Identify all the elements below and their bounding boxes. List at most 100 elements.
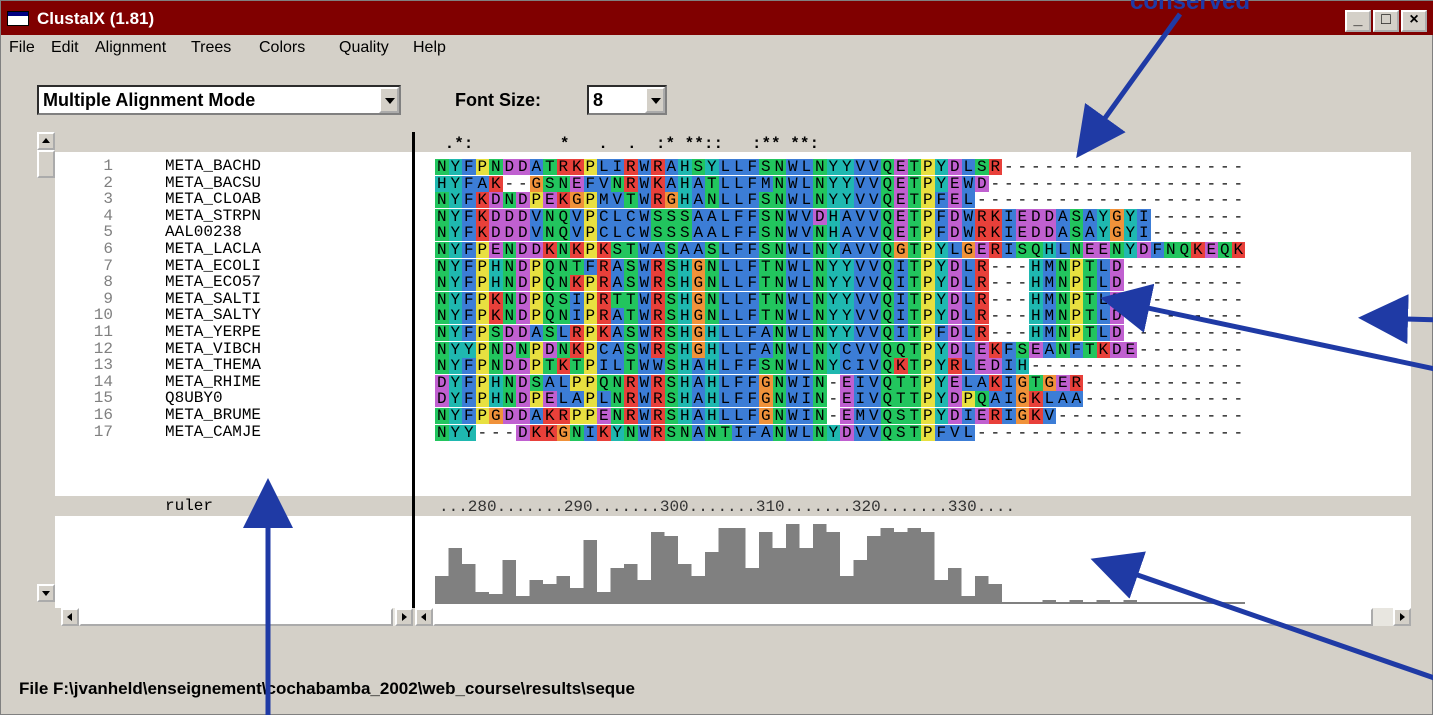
menu-file[interactable]: File [9, 39, 35, 57]
residue: P [921, 324, 935, 342]
alignment-row[interactable]: NYFPNDDPTKTPILTWWSHAHLFFSNWLNYCIVQKTPYRL… [435, 357, 1245, 376]
alignment-row[interactable]: NYFPENDDKNKPKSTWASAASLFFSNWLNYAVVQGTPYLG… [435, 241, 1245, 259]
sequence-name[interactable]: META_ECO57 [165, 274, 261, 290]
alignment-scroll-right-button[interactable] [1393, 608, 1411, 626]
sequence-name[interactable]: META_CLOAB [165, 191, 261, 207]
histogram-bar [1056, 602, 1070, 604]
residue: N [772, 274, 786, 293]
residue: - [1179, 158, 1190, 176]
residue: - [1165, 191, 1176, 210]
menu-quality[interactable]: Quality [339, 39, 389, 57]
residue: G [759, 373, 773, 392]
sequence-name[interactable]: META_LACLA [165, 241, 261, 257]
residue: - [1233, 224, 1244, 243]
histogram-bar [502, 560, 516, 604]
residue: I [853, 357, 867, 376]
menu-alignment[interactable]: Alignment [95, 39, 166, 57]
sequence-name[interactable]: META_BACSU [165, 175, 261, 191]
alignment-row[interactable]: NYFPHNDPQNTFRASWRSHGNLLFTNWLNYYVVQITPYDL… [435, 257, 1245, 276]
names-horizontal-scrollbar[interactable] [61, 608, 413, 626]
sequence-name[interactable]: META_RHIME [165, 374, 261, 390]
residue: S [664, 340, 678, 359]
residue: R [975, 257, 989, 276]
maximize-button[interactable]: □ [1373, 10, 1399, 32]
residue: D [516, 357, 530, 376]
alignment-row[interactable]: NYFPSDDASLRPKASWRSHGHLLFANWLNYYVVQITPFDL… [435, 324, 1245, 342]
chevron-down-icon[interactable] [645, 87, 665, 113]
residue: N [705, 423, 719, 442]
alignment-row[interactable]: NYFPNDDATRKPLIRWRAHSYLLFSNWLNYYVVQETPYDL… [435, 158, 1245, 176]
residue: F [462, 241, 476, 259]
menu-help[interactable]: Help [413, 39, 446, 57]
residue: - [1125, 274, 1136, 293]
scroll-up-button[interactable] [37, 132, 55, 150]
alignment-row[interactable]: NYFPKNDPQNIPRATWRSHGNLLFTNWLNYYVVQITPYDL… [435, 307, 1245, 326]
menu-trees[interactable]: Trees [191, 39, 231, 57]
sequence-name[interactable]: META_THEMA [165, 357, 261, 373]
sequence-name[interactable]: Q8UBY0 [165, 390, 223, 406]
mode-select[interactable]: Multiple Alignment Mode [37, 85, 401, 115]
sequence-name[interactable]: META_BACHD [165, 158, 261, 174]
minimize-button[interactable]: _ [1345, 10, 1371, 32]
chevron-down-icon[interactable] [379, 87, 399, 113]
names-scroll-left-button[interactable] [61, 608, 79, 626]
alignment-row[interactable]: NYFPKNDPQSIPRTTWRSHGNLLFTNWLNYYVVQITPYDL… [435, 290, 1245, 309]
residue: L [799, 241, 813, 259]
residue: N [556, 307, 570, 326]
alignment-horizontal-scrollbar[interactable] [415, 608, 1411, 626]
residue: Y [448, 290, 462, 309]
residue: - [1179, 224, 1190, 243]
sequence-name[interactable]: META_SALTI [165, 291, 261, 307]
sequence-name[interactable]: META_BRUME [165, 407, 261, 423]
residue: K [543, 241, 557, 259]
alignment-row[interactable]: NYFKDDDVNQVPCLCWSSSAALFFSNWVNHAVVQETPFDW… [435, 224, 1245, 243]
alignment-row[interactable]: NYFPHNDPQNKPRASWRSHGNLLFTNWLNYYVVQITPYDL… [435, 274, 1245, 293]
menu-colors[interactable]: Colors [259, 39, 305, 57]
scroll-down-button[interactable] [37, 584, 55, 602]
alignment-panel[interactable]: .*: * . . :* **:: :** **: NYFPNDDATRKPLI… [415, 132, 1411, 608]
residue: P [583, 241, 597, 259]
close-button[interactable]: × [1401, 10, 1427, 32]
histogram-bar [435, 576, 449, 604]
sequence-name[interactable]: META_SALTY [165, 307, 261, 323]
names-horizontal-thumb[interactable] [79, 608, 393, 626]
residue: W [637, 423, 651, 442]
residue: L [597, 390, 611, 409]
alignment-row[interactable]: NYYPNDNPDNKPCASWRSHGHLLFANWLNYCVVQQTPYDL… [435, 340, 1245, 359]
residue: I [597, 357, 611, 376]
alignment-scroll-left-button[interactable] [415, 608, 433, 626]
alignment-row[interactable]: NYY---DKKGNIKYNWRSNANTIFANWLNYDVVQSTPFVL… [435, 423, 1245, 442]
sequence-name[interactable]: META_ECOLI [165, 258, 261, 274]
residue: V [853, 423, 867, 442]
residue: W [786, 174, 800, 193]
menu-edit[interactable]: Edit [51, 39, 79, 57]
alignment-row[interactable]: NYFPGDDAKRPPENRWRSHAHLLFGNWIN-EMVQSTPYDI… [435, 407, 1245, 424]
residue: P [529, 257, 543, 276]
histogram-bar [1042, 600, 1056, 604]
residue: L [718, 158, 732, 176]
alignment-horizontal-thumb[interactable] [433, 608, 1373, 626]
residue: L [799, 340, 813, 359]
sequence-name[interactable]: AAL00238 [165, 224, 242, 240]
sequence-name[interactable]: META_STRPN [165, 208, 261, 224]
residue: Y [448, 324, 462, 342]
residue: T [907, 174, 921, 193]
sequence-name[interactable]: META_VIBCH [165, 341, 261, 357]
residue: - [1125, 324, 1136, 342]
alignment-row[interactable]: DYFPHNDPELAPLNRWRSHAHLFFGNWIN-EIVQTTPYDP… [435, 390, 1245, 409]
names-scroll-right-button[interactable] [395, 608, 413, 626]
alignment-row[interactable]: NYFKDDDVNQVPCLCWSSSAALFFSNWVDHAVVQETPFDW… [435, 207, 1245, 226]
residue: N [516, 340, 530, 359]
font-size-select[interactable]: 8 [587, 85, 667, 115]
vertical-scrollbar[interactable] [37, 132, 55, 608]
residue: D [489, 207, 503, 226]
alignment-row[interactable]: NYFKDNDPEKGPMVTWRGHANLLFSNWLNYYVVQETPFEL… [435, 191, 1245, 210]
residue: V [867, 373, 881, 392]
sequence-name[interactable]: META_YERPE [165, 324, 261, 340]
alignment-row[interactable]: HYFAK--GSNEFVNRWKAHATLLFMNWLNYYVVQETPYEW… [435, 174, 1245, 193]
alignment-row[interactable]: DYFPHNDSALPPQNRWRSHAHLFFGNWIN-EIVQTTPYEL… [435, 373, 1245, 392]
vertical-scroll-thumb[interactable] [37, 150, 55, 178]
sequence-names-panel[interactable]: 1 META_BACHD 2 META_BACSU 3 META_CLOAB 4 META_S… [37, 132, 413, 608]
residue: - [1152, 390, 1163, 409]
sequence-name[interactable]: META_CAMJE [165, 424, 261, 440]
